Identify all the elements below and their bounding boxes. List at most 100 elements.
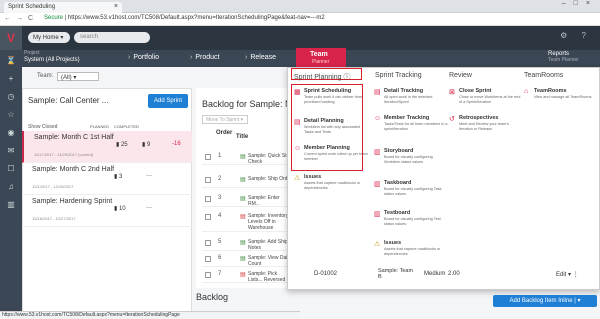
add-sprint-button[interactable]: Add Sprint bbox=[148, 94, 188, 108]
search-input[interactable]: search bbox=[74, 32, 150, 43]
defect-icon: ▤ bbox=[240, 272, 246, 278]
planned-value: 25 bbox=[120, 142, 128, 148]
menu-title: Detail Planning bbox=[304, 118, 344, 124]
row-title[interactable]: Sample: View Dai... Count bbox=[248, 255, 292, 267]
chat-icon[interactable]: ☐ bbox=[6, 164, 16, 173]
hourglass-icon[interactable]: ⌛ bbox=[6, 56, 16, 65]
story-icon: ▤ bbox=[240, 240, 246, 246]
secure-label: Secure bbox=[44, 15, 64, 21]
menu-title: Storyboard bbox=[384, 148, 414, 154]
sprint-completed: ▮ 9 bbox=[142, 142, 151, 148]
row-title[interactable]: Sample: Inventory Levels Off in Warehous… bbox=[248, 213, 292, 231]
col-sprint-tracking: Sprint Tracking bbox=[375, 72, 422, 79]
project-selector[interactable]: System (All Projects) bbox=[24, 57, 80, 63]
table-row[interactable]: 2 ▤ Sample: Ship Ord... bbox=[202, 173, 292, 188]
star-icon[interactable]: ☆ bbox=[6, 110, 16, 119]
team-filter-value: (All) bbox=[61, 75, 72, 81]
backlog-title: Backlog for Sample: N bbox=[202, 99, 292, 109]
bell-icon[interactable]: ♫ bbox=[6, 182, 16, 191]
row-title[interactable]: Sample: Pick Lists... Reversed bbox=[248, 271, 292, 283]
completed-header: COMPLETED bbox=[114, 124, 139, 129]
row-checkbox[interactable] bbox=[205, 196, 211, 202]
move-to-label: Move To Sprint bbox=[206, 117, 240, 123]
sprint-item[interactable]: Sample: Month C 2nd Half 12/1/2017 - 12/… bbox=[22, 163, 192, 195]
room-icon: ⌂ bbox=[524, 88, 529, 95]
table-row[interactable]: 7 ▤ Sample: Pick Lists... Reversed bbox=[202, 268, 292, 283]
row-checkbox[interactable] bbox=[205, 177, 211, 183]
title-header[interactable]: Title bbox=[236, 134, 248, 140]
row-title[interactable]: Sample: Quick St... Check bbox=[248, 153, 292, 165]
add-backlog-item-button[interactable]: Add Backlog Item Inline | ▾ bbox=[493, 295, 597, 307]
team-filter-select[interactable]: (All) ▾ bbox=[57, 72, 99, 81]
menu-title: Issues bbox=[384, 240, 402, 246]
board-icon: ▥ bbox=[374, 181, 381, 188]
table-row[interactable]: 3 ▤ Sample: Enter RM... bbox=[202, 192, 292, 207]
close-tab-icon[interactable]: × bbox=[114, 3, 118, 10]
eye-icon[interactable]: ◉ bbox=[6, 128, 16, 137]
add-item-label: Add Backlog Item Inline bbox=[509, 298, 573, 304]
sprint-dates: 11/17/2017 - 11/29/2017 (current) bbox=[34, 152, 94, 157]
window-controls[interactable]: –□× bbox=[562, 0, 598, 7]
row-title[interactable]: Sample: Ship Ord... bbox=[248, 176, 292, 182]
row-checkbox[interactable] bbox=[205, 272, 211, 278]
row-title[interactable]: Sample: Add Ship... Notes bbox=[248, 239, 292, 251]
app-logo[interactable]: V bbox=[0, 26, 22, 50]
col-sprint-planning: Sprint Planning ⓘ bbox=[294, 72, 350, 82]
menu-desc: Workitem list with any associated Tasks … bbox=[304, 125, 360, 134]
order-header[interactable]: Order bbox=[216, 130, 232, 136]
nav-team[interactable]: Team Planner bbox=[296, 48, 346, 67]
row-order: 1 bbox=[218, 153, 222, 159]
trash-icon[interactable]: ▥ bbox=[6, 200, 16, 209]
conversations-icon[interactable]: ✉ bbox=[6, 146, 16, 155]
recent-icon[interactable]: ◷ bbox=[6, 92, 16, 101]
table-row[interactable]: 4 ▤ Sample: Inventory Levels Off in Wareho… bbox=[202, 210, 292, 232]
warning-icon: ⚠ bbox=[294, 175, 301, 182]
address-bar[interactable]: Secure | https://www.53.v1host.com/TC508… bbox=[44, 15, 564, 24]
sprint-dates: 12/16/2017 - 12/27/2017 bbox=[32, 216, 76, 221]
menu-title: Testboard bbox=[384, 210, 411, 216]
nav-portfolio[interactable]: › Portfolio bbox=[128, 54, 159, 61]
chevron-right-icon: › bbox=[190, 54, 193, 61]
menu-desc: Assets that capture roadblocks or depend… bbox=[384, 247, 441, 256]
row-priority: Medium bbox=[424, 271, 446, 277]
move-to-sprint-select[interactable]: Move To Sprint ▾ bbox=[202, 115, 248, 124]
nav-label: Product bbox=[195, 54, 220, 61]
board-icon: ▥ bbox=[374, 211, 381, 218]
browser-nav-icons[interactable]: ←→C bbox=[4, 15, 38, 22]
show-closed-toggle[interactable]: Show Closed bbox=[28, 124, 57, 130]
plus-icon[interactable]: + bbox=[6, 74, 16, 83]
browser-tab[interactable]: Sprint Scheduling × bbox=[4, 2, 122, 13]
sprint-item[interactable]: Sample: Hardening Sprint 12/16/2017 - 12… bbox=[22, 195, 192, 227]
row-checkbox[interactable] bbox=[205, 154, 211, 160]
menu-desc: Board for visually configuring Task stat… bbox=[384, 187, 442, 196]
warning-icon: ⚠ bbox=[374, 241, 381, 248]
menu-desc: Board for visually configuring Workitem … bbox=[384, 155, 433, 164]
sprint-completed: — bbox=[146, 173, 152, 179]
sprint-name: Sample: Month C 2nd Half bbox=[32, 166, 115, 173]
browser-status-bar: https://www.53.v1host.com/TC508/Default.… bbox=[0, 311, 300, 319]
row-edit-button[interactable]: Edit ▾ ⋮ bbox=[556, 271, 579, 278]
row-id[interactable]: D-01002 bbox=[314, 271, 337, 277]
row-order: 4 bbox=[218, 213, 222, 219]
row-checkbox[interactable] bbox=[205, 214, 211, 220]
menu-title: Sprint Scheduling bbox=[304, 88, 352, 94]
info-icon[interactable]: ⓘ bbox=[343, 74, 350, 81]
table-row[interactable]: 6 ▤ Sample: View Dai... Count bbox=[202, 252, 292, 267]
sprint-item[interactable]: Sample: Month C 1st Half 11/17/2017 - 11… bbox=[22, 131, 192, 163]
team-filter-label: Team: bbox=[37, 73, 54, 79]
my-home-button[interactable]: My Home ▾ bbox=[28, 32, 70, 43]
menu-desc: Assets that capture roadblocks or depend… bbox=[304, 181, 361, 190]
defect-icon: ▤ bbox=[240, 214, 246, 220]
row-title[interactable]: Sample: Enter RM... bbox=[248, 195, 292, 207]
row-checkbox[interactable] bbox=[205, 240, 211, 246]
nav-release[interactable]: › Release bbox=[245, 54, 276, 61]
home-label: My Home bbox=[33, 35, 59, 41]
table-row[interactable]: 1 ▤ Sample: Quick St... Check bbox=[202, 150, 292, 165]
sprint-name: Sample: Month C 1st Half bbox=[34, 134, 114, 141]
row-checkbox[interactable] bbox=[205, 256, 211, 262]
team-sub-label: Planner bbox=[312, 59, 330, 65]
nav-product[interactable]: › Product bbox=[190, 54, 219, 61]
header-tool-icons[interactable]: ⚙ ? bbox=[560, 31, 592, 40]
table-row[interactable]: 5 ▤ Sample: Add Ship... Notes bbox=[202, 236, 292, 251]
reports-button[interactable]: Reports Team Planner bbox=[548, 51, 579, 63]
